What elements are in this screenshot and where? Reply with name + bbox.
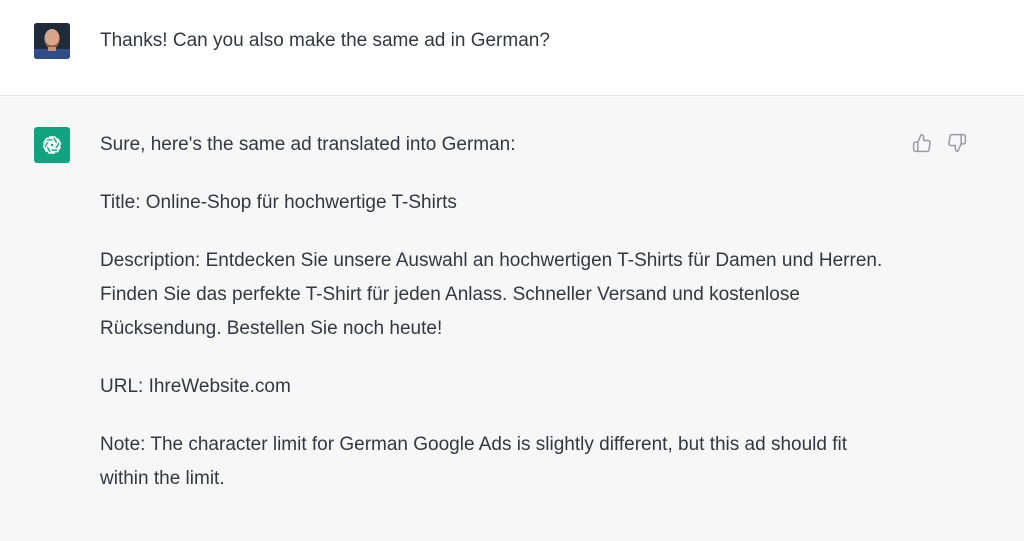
message-paragraph-title: Title: Online-Shop für hochwertige T-Shi…	[100, 192, 457, 213]
user-message-text: Thanks! Can you also make the same ad in…	[100, 30, 550, 51]
thumbs-up-icon[interactable]	[911, 132, 933, 154]
thumbs-down-icon[interactable]	[946, 132, 968, 154]
user-message-row: Thanks! Can you also make the same ad in…	[0, 0, 1024, 96]
message-paragraph-url: URL: IhreWebsite.com	[100, 376, 291, 397]
message-paragraph-note: Note: The character limit for German Goo…	[100, 434, 847, 489]
assistant-message-row: Sure, here's the same ad translated into…	[0, 97, 1024, 541]
openai-logo-icon	[34, 127, 70, 163]
user-avatar	[34, 23, 70, 59]
message-paragraph-intro: Sure, here's the same ad translated into…	[100, 134, 516, 155]
assistant-message-text: Sure, here's the same ad translated into…	[100, 128, 900, 520]
message-paragraph-description: Description: Entdecken Sie unsere Auswah…	[100, 250, 883, 339]
